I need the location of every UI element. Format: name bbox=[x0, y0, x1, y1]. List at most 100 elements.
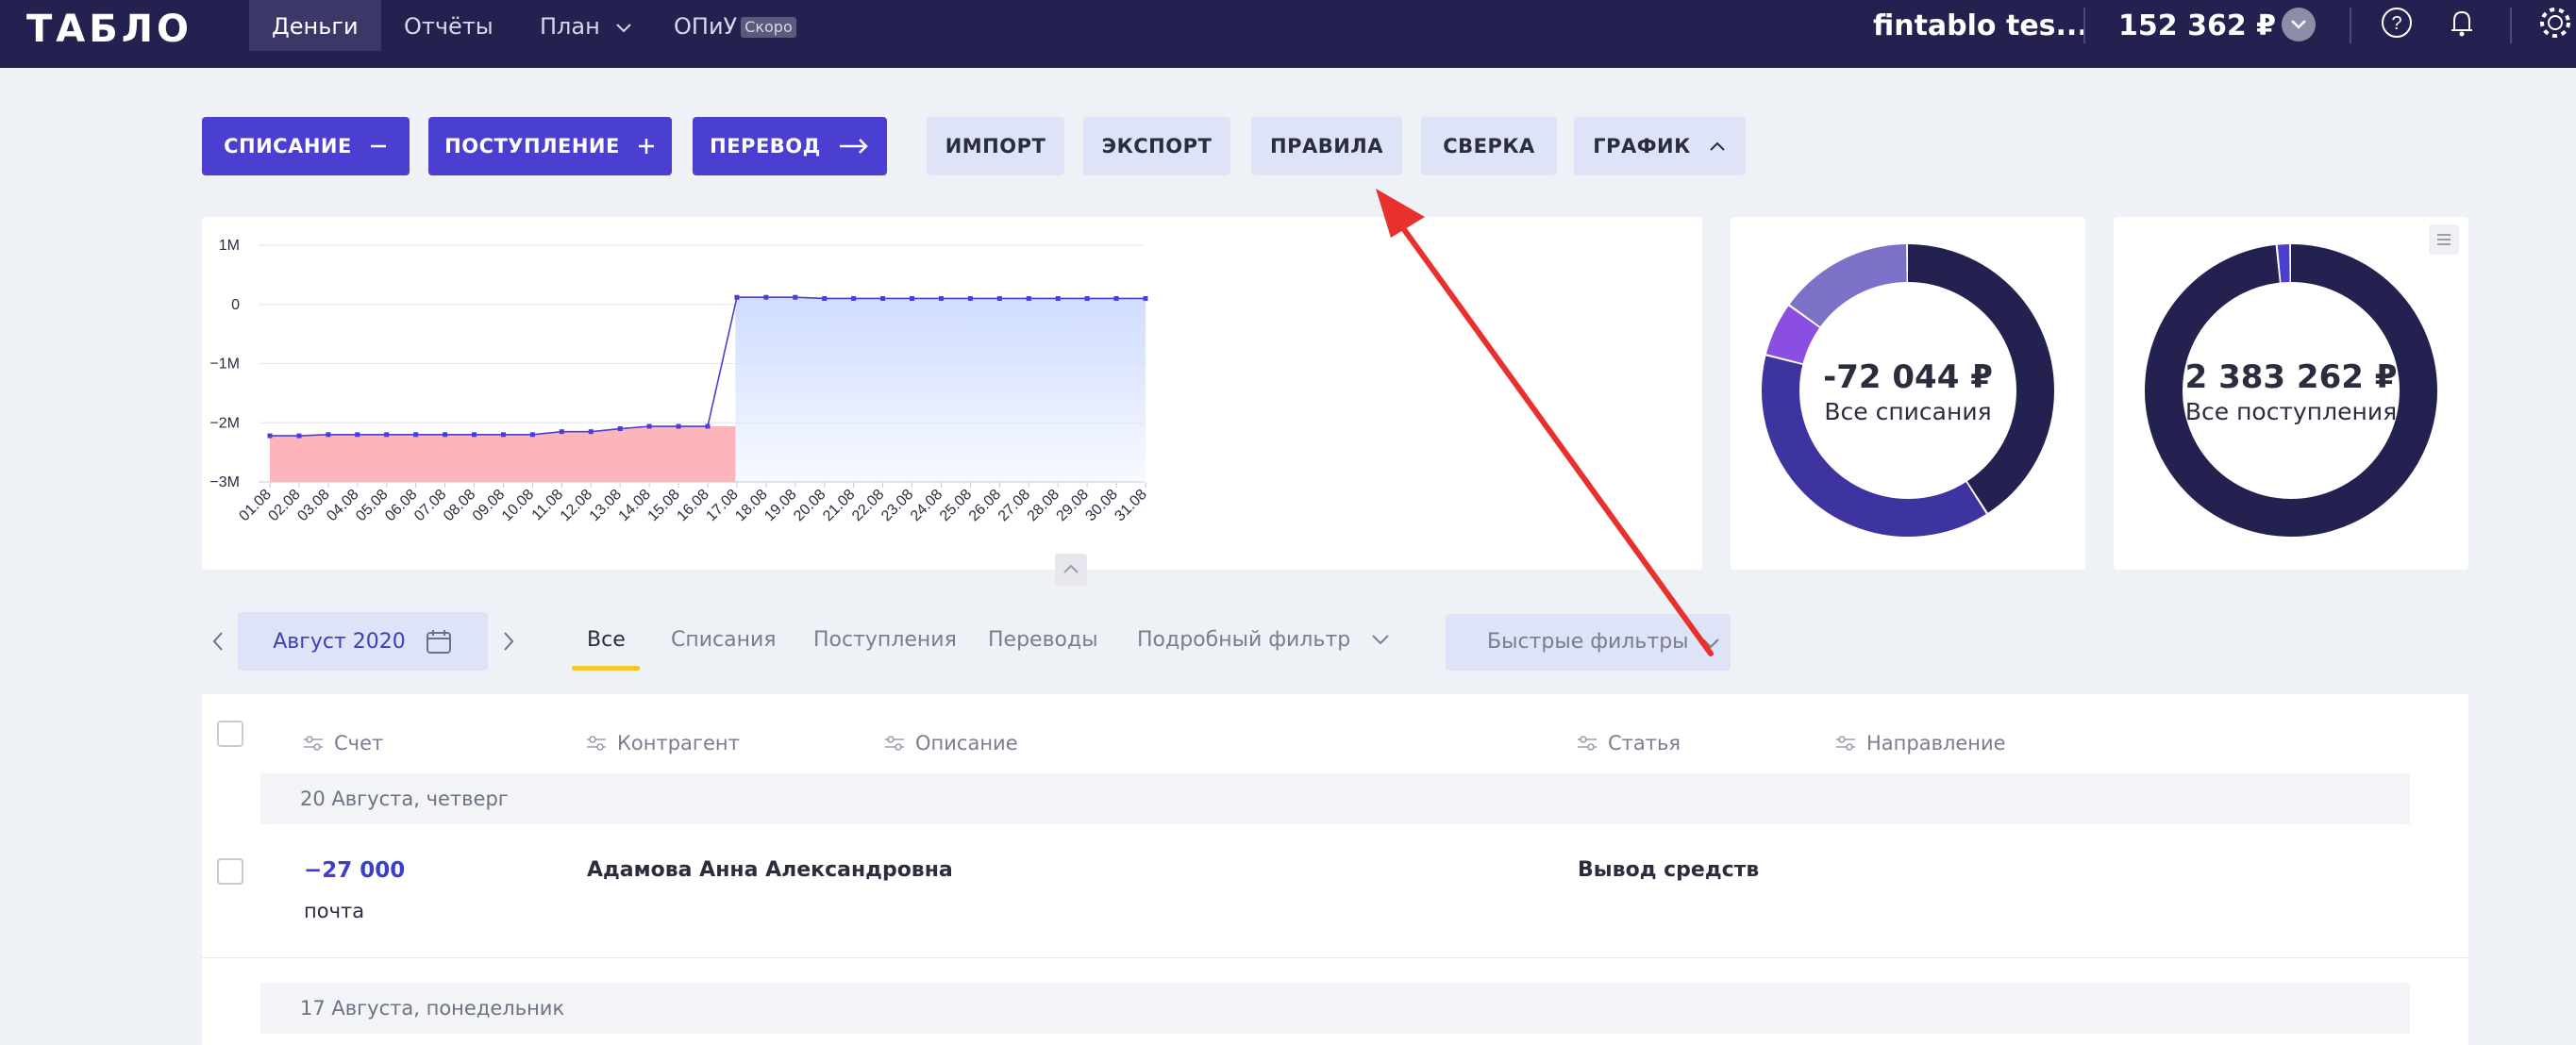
expense-button-label: СПИСАНИЕ bbox=[224, 135, 352, 158]
data-point[interactable] bbox=[646, 423, 652, 429]
column-account[interactable]: Счет bbox=[302, 732, 383, 755]
x-tick-label: 10.08 bbox=[499, 487, 537, 524]
data-point[interactable] bbox=[1026, 295, 1031, 301]
data-point[interactable] bbox=[1143, 295, 1148, 301]
reconcile-button[interactable]: СВЕРКА bbox=[1421, 117, 1557, 175]
tab-all[interactable]: Все bbox=[587, 626, 626, 655]
gear-icon[interactable] bbox=[2534, 2, 2576, 43]
export-button[interactable]: ЭКСПОРТ bbox=[1083, 117, 1230, 175]
data-point[interactable] bbox=[529, 432, 535, 438]
chevron-left-icon[interactable] bbox=[209, 630, 226, 653]
x-tick-label: 21.08 bbox=[820, 487, 858, 524]
column-category[interactable]: Статья bbox=[1576, 732, 1681, 755]
company-name[interactable]: fintablo tes... bbox=[1873, 6, 2088, 47]
tab-incomes[interactable]: Поступления bbox=[813, 626, 957, 655]
data-point[interactable] bbox=[851, 295, 857, 301]
x-tick-label: 22.08 bbox=[849, 487, 887, 524]
nav-plan[interactable]: План bbox=[540, 0, 633, 51]
x-tick-label: 13.08 bbox=[587, 487, 625, 524]
row-category: Вывод средств bbox=[1578, 858, 1760, 882]
filter-sliders-icon bbox=[587, 736, 606, 751]
data-point[interactable] bbox=[326, 432, 331, 438]
select-all-checkbox[interactable] bbox=[217, 721, 243, 747]
table-row[interactable]: −27 000 почта Адамова Анна Александровна… bbox=[202, 845, 2468, 958]
x-tick-label: 15.08 bbox=[645, 487, 683, 524]
column-counterparty[interactable]: Контрагент bbox=[585, 732, 740, 755]
chart-menu-button[interactable] bbox=[2429, 224, 2459, 255]
data-point[interactable] bbox=[996, 295, 1002, 301]
data-point[interactable] bbox=[822, 295, 828, 301]
row-counterparty: Адамова Анна Александровна bbox=[587, 858, 953, 882]
transfer-button[interactable]: ПЕРЕВОД bbox=[693, 117, 887, 175]
row-checkbox[interactable] bbox=[217, 858, 243, 885]
data-point[interactable] bbox=[880, 295, 886, 301]
detailed-filter-dropdown[interactable]: Подробный фильтр bbox=[1137, 626, 1391, 655]
expense-button[interactable]: СПИСАНИЕ bbox=[202, 117, 410, 175]
data-point[interactable] bbox=[384, 432, 390, 438]
detailed-filter-label: Подробный фильтр bbox=[1137, 628, 1351, 652]
chart-toggle-button[interactable]: ГРАФИК bbox=[1574, 117, 1746, 175]
data-point[interactable] bbox=[296, 433, 302, 439]
data-point[interactable] bbox=[705, 423, 711, 429]
x-tick-label: 06.08 bbox=[382, 487, 420, 524]
chevron-right-icon[interactable] bbox=[500, 630, 517, 653]
divider bbox=[2350, 8, 2351, 43]
balance-dropdown-button[interactable] bbox=[2282, 8, 2316, 41]
data-point[interactable] bbox=[617, 426, 623, 432]
chevron-up-icon bbox=[1063, 564, 1079, 573]
data-point[interactable] bbox=[967, 295, 973, 301]
data-point[interactable] bbox=[559, 429, 564, 435]
row-amount: −27 000 bbox=[304, 858, 406, 883]
income-button-label: ПОСТУПЛЕНИЕ bbox=[444, 135, 620, 158]
arrow-right-icon bbox=[839, 139, 868, 154]
data-point[interactable] bbox=[267, 433, 273, 439]
x-tick-label: 18.08 bbox=[732, 487, 770, 524]
data-point[interactable] bbox=[588, 429, 594, 435]
minus-icon bbox=[370, 144, 386, 148]
data-point[interactable] bbox=[793, 294, 798, 300]
data-point[interactable] bbox=[734, 294, 740, 300]
data-point[interactable] bbox=[443, 432, 448, 438]
x-tick-label: 29.08 bbox=[1054, 487, 1092, 524]
x-tick-label: 19.08 bbox=[761, 487, 799, 524]
tab-transfers[interactable]: Переводы bbox=[988, 626, 1098, 655]
nav-pnl[interactable]: ОПиУ Скоро bbox=[674, 0, 796, 51]
nav-plan-label: План bbox=[540, 13, 600, 40]
x-tick-label: 05.08 bbox=[353, 487, 391, 524]
y-tick-label: −2M bbox=[209, 415, 240, 431]
nav-pnl-label: ОПиУ bbox=[674, 13, 738, 40]
divider bbox=[2510, 8, 2512, 43]
rules-button[interactable]: ПРАВИЛА bbox=[1251, 117, 1402, 175]
column-description[interactable]: Описание bbox=[883, 732, 1018, 755]
filter-sliders-icon bbox=[304, 736, 323, 751]
data-point[interactable] bbox=[1055, 295, 1061, 301]
tab-expenses[interactable]: Списания bbox=[671, 626, 777, 655]
x-tick-label: 01.08 bbox=[236, 487, 274, 524]
menu-icon bbox=[2437, 234, 2451, 245]
chart-collapse-button[interactable] bbox=[1055, 554, 1087, 586]
data-point[interactable] bbox=[910, 295, 915, 301]
nav-reports[interactable]: Отчёты bbox=[404, 0, 493, 51]
expense-total-label: Все списания bbox=[1824, 398, 1992, 425]
import-button[interactable]: ИМПОРТ bbox=[927, 117, 1064, 175]
plus-icon bbox=[638, 139, 654, 154]
column-direction[interactable]: Направление bbox=[1834, 732, 2006, 755]
data-point[interactable] bbox=[355, 432, 360, 438]
help-icon[interactable]: ? bbox=[2376, 2, 2417, 43]
data-point[interactable] bbox=[763, 294, 769, 300]
data-point[interactable] bbox=[1084, 295, 1090, 301]
data-point[interactable] bbox=[676, 423, 681, 429]
data-point[interactable] bbox=[472, 432, 477, 438]
app-logo[interactable]: ТАБЛО bbox=[26, 8, 192, 51]
data-point[interactable] bbox=[500, 432, 506, 438]
date-group-header: 20 Августа, четверг bbox=[260, 773, 2410, 824]
income-button[interactable]: ПОСТУПЛЕНИЕ bbox=[428, 117, 672, 175]
data-point[interactable] bbox=[938, 295, 944, 301]
period-picker[interactable]: Август 2020 bbox=[238, 612, 488, 671]
soon-badge: Скоро bbox=[741, 17, 796, 38]
x-tick-label: 25.08 bbox=[937, 487, 975, 524]
nav-money[interactable]: Деньги bbox=[249, 0, 381, 51]
bell-icon[interactable] bbox=[2441, 2, 2483, 43]
data-point[interactable] bbox=[413, 432, 419, 438]
data-point[interactable] bbox=[1113, 295, 1119, 301]
